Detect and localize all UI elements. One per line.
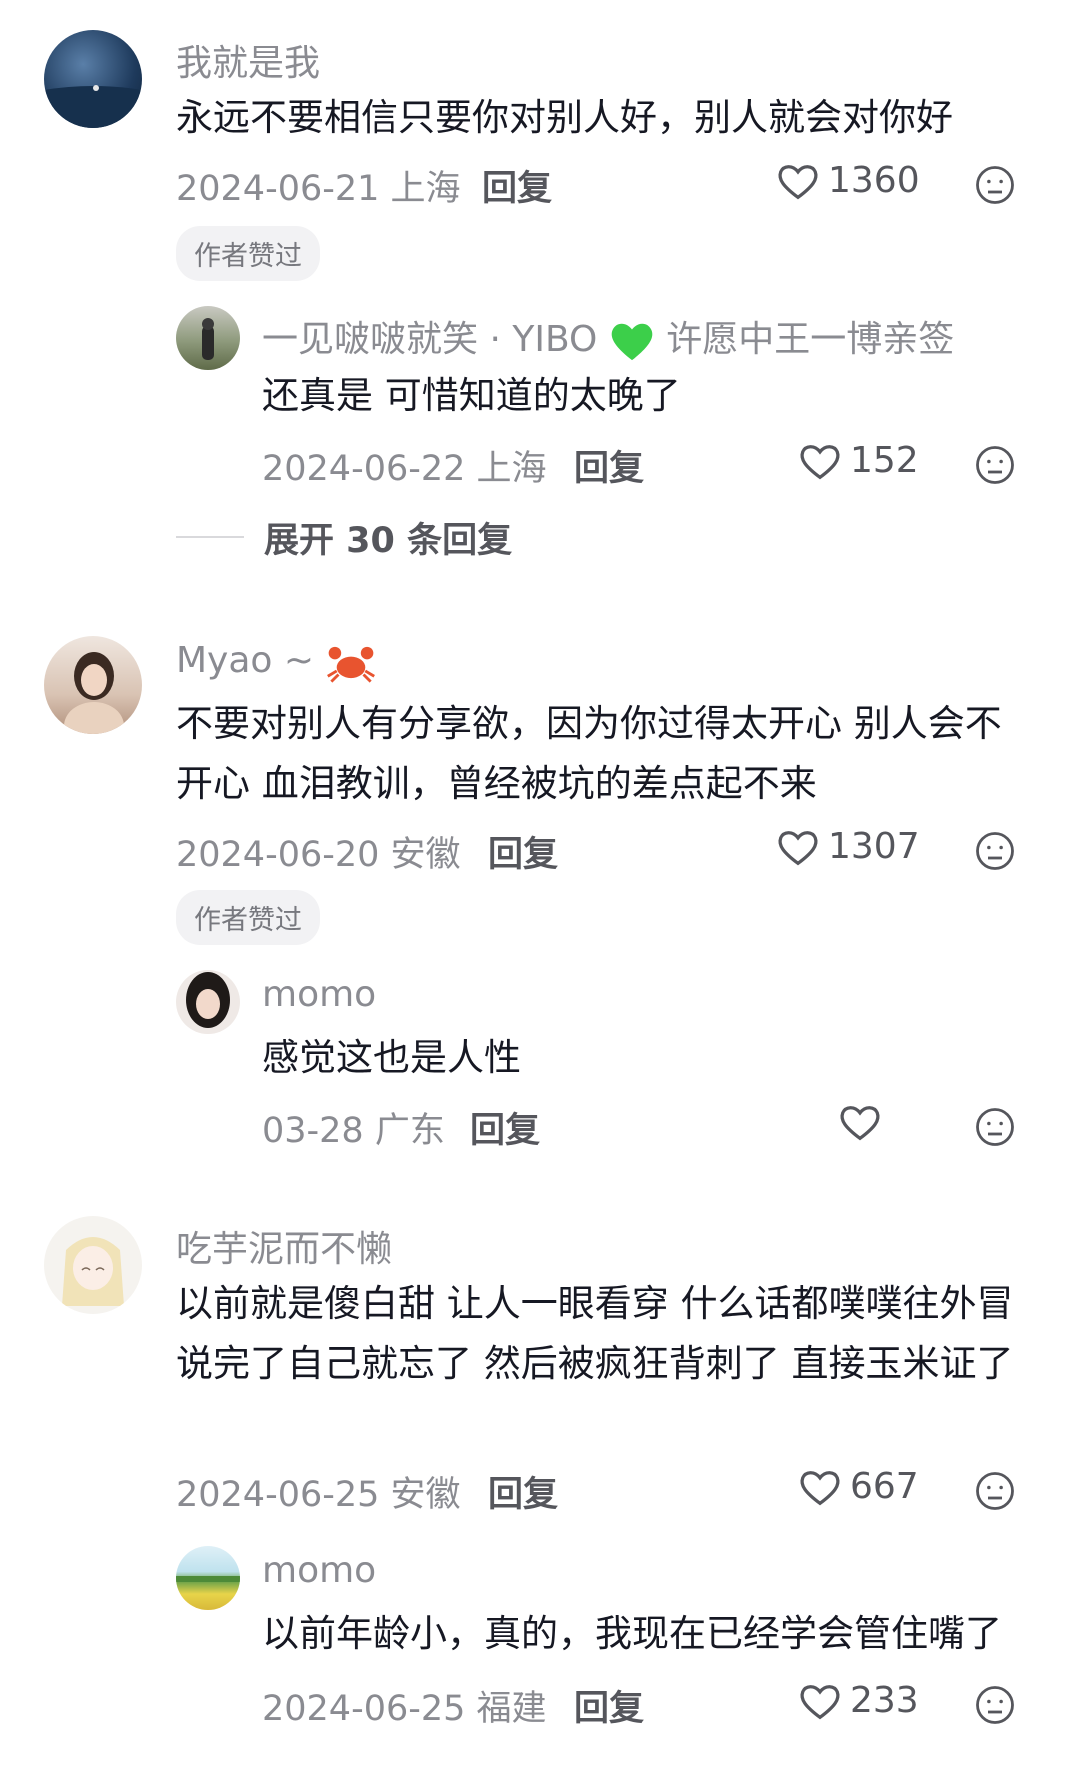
comment-location: 福建	[476, 1689, 547, 1729]
comment-text: 以前年龄小，真的，我现在已经学会管住嘴了	[262, 1612, 1002, 1655]
heart-outline-icon	[778, 830, 818, 865]
comment-location: 上海	[476, 449, 547, 489]
comment-date: 2024-06-20	[176, 835, 380, 875]
comment-meta: 2024-06-25 福建	[262, 1680, 547, 1731]
username[interactable]: momo	[262, 974, 376, 1015]
green-heart-emoji	[611, 323, 653, 361]
frown-face-icon[interactable]	[974, 1106, 1016, 1148]
heart-outline-icon	[800, 444, 840, 479]
comment-location: 安徽	[390, 835, 461, 875]
heart-outline-icon	[840, 1106, 880, 1141]
comment-meta: 2024-06-21 上海	[176, 160, 461, 211]
like-button[interactable]: 667	[798, 1466, 919, 1507]
frown-face-icon[interactable]	[974, 1684, 1016, 1726]
comment-date: 2024-06-22	[262, 449, 466, 489]
comment-text: 以前就是傻白甜 让人一眼看穿 什么话都噗噗往外冒 说完了自己就忘了 然后被疯狂背…	[176, 1282, 1014, 1385]
like-button[interactable]: 1307	[776, 826, 920, 867]
comment-text: 感觉这也是人性	[262, 1036, 521, 1079]
avatar-image	[186, 972, 230, 1028]
avatar-image	[64, 652, 124, 734]
frown-face-icon[interactable]	[974, 164, 1016, 206]
avatar[interactable]	[44, 1216, 142, 1314]
comment-date: 03-28	[262, 1111, 364, 1151]
comment-meta: 2024-06-25 安徽	[176, 1466, 461, 1517]
username[interactable]: Myao ~	[176, 640, 376, 684]
comment-text: 不要对别人有分享欲，因为你过得太开心 别人会不开心 血泪教训，曾经被坑的差点起不…	[176, 702, 1002, 805]
avatar[interactable]	[176, 970, 240, 1034]
like-button[interactable]: 1360	[776, 160, 920, 201]
heart-outline-icon	[778, 164, 818, 199]
reply-button[interactable]: 回复	[574, 440, 644, 491]
avatar[interactable]	[44, 636, 142, 734]
frown-face-icon[interactable]	[974, 444, 1016, 486]
comment-date: 2024-06-25	[176, 1475, 380, 1515]
like-count: 667	[850, 1466, 919, 1507]
avatar-image	[176, 1576, 240, 1582]
reply-button[interactable]: 回复	[488, 826, 558, 877]
comment-meta: 2024-06-22 上海	[262, 440, 547, 491]
username[interactable]: 吃芋泥而不懒	[176, 1220, 392, 1272]
like-count: 152	[850, 440, 919, 481]
comment-meta: 03-28 广东	[262, 1102, 445, 1153]
username[interactable]: 我就是我	[176, 34, 320, 86]
comment-meta: 2024-06-20 安徽	[176, 826, 461, 877]
avatar[interactable]	[44, 30, 142, 128]
like-count: 1307	[828, 826, 920, 867]
username[interactable]: momo	[262, 1550, 376, 1591]
author-liked-badge: 作者赞过	[176, 890, 320, 945]
author-liked-badge: 作者赞过	[176, 226, 320, 281]
expand-replies-button[interactable]: 展开 30 条回复	[264, 512, 512, 563]
like-count: 1360	[828, 160, 920, 201]
expand-divider	[176, 536, 244, 538]
like-button[interactable]: 233	[798, 1680, 919, 1721]
comment-location: 上海	[390, 169, 461, 209]
username[interactable]: 一见啵啵就笑 · YIBO 许愿中王一博亲签	[262, 310, 954, 363]
frown-face-icon[interactable]	[974, 830, 1016, 872]
avatar-image	[202, 318, 214, 360]
comment-date: 2024-06-21	[176, 169, 380, 209]
avatar[interactable]	[176, 306, 240, 370]
like-button[interactable]	[838, 1102, 890, 1142]
reply-button[interactable]: 回复	[488, 1466, 558, 1517]
heart-outline-icon	[800, 1470, 840, 1505]
comment-text: 永远不要相信只要你对别人好，别人就会对你好	[176, 96, 953, 139]
comment-location: 安徽	[390, 1475, 461, 1515]
reply-button[interactable]: 回复	[470, 1102, 540, 1153]
comment-location: 广东	[374, 1111, 445, 1151]
avatar-image	[44, 85, 142, 128]
reply-button[interactable]: 回复	[574, 1680, 644, 1731]
avatar-image	[62, 1237, 124, 1306]
like-count: 233	[850, 1680, 919, 1721]
crab-emoji	[326, 646, 375, 683]
reply-button[interactable]: 回复	[482, 160, 552, 211]
heart-outline-icon	[800, 1684, 840, 1719]
like-button[interactable]: 152	[798, 440, 919, 481]
avatar[interactable]	[176, 1546, 240, 1610]
comment-date: 2024-06-25	[262, 1689, 466, 1729]
comment-text: 还真是 可惜知道的太晚了	[262, 374, 681, 417]
frown-face-icon[interactable]	[974, 1470, 1016, 1512]
